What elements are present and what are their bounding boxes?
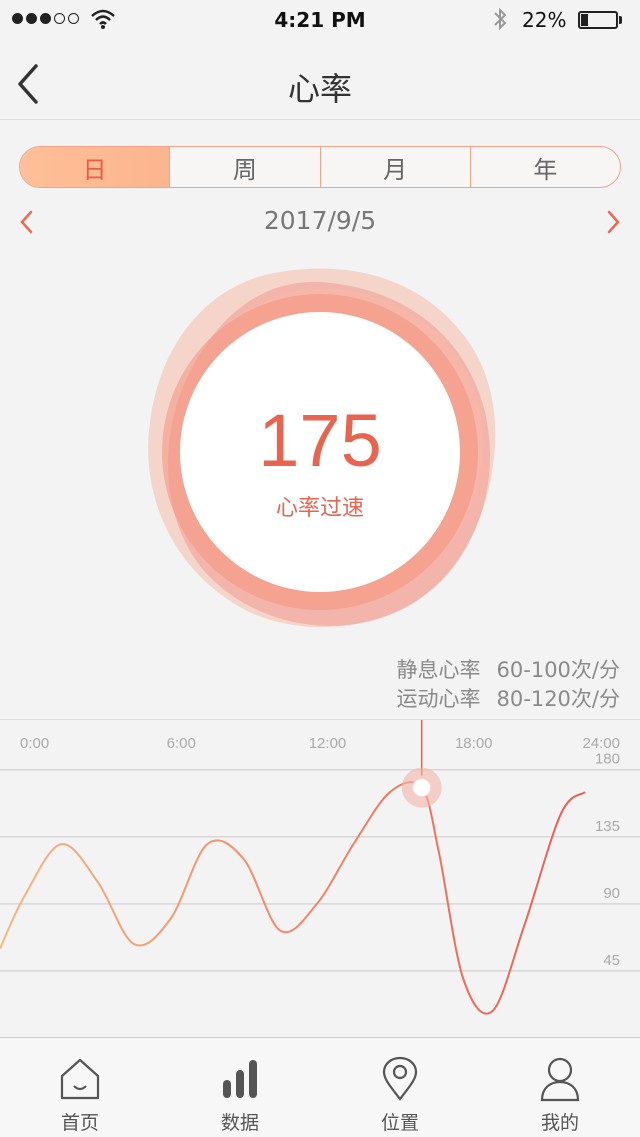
heart-rate-status: 心率过速 (275, 496, 364, 521)
tab-location[interactable]: 位置 (320, 1038, 480, 1137)
home-icon (60, 1058, 100, 1100)
segment-week[interactable]: 周 (170, 147, 321, 187)
x-tick-label: 12:00 (309, 735, 347, 752)
y-tick-label: 135 (595, 818, 620, 835)
location-pin-icon (382, 1056, 418, 1101)
resting-rate-row: 静息心率 60-100次/分 (397, 654, 620, 684)
segment-label: 周 (232, 155, 257, 184)
battery-tip (619, 16, 622, 24)
bar-chart-icon (223, 1060, 257, 1098)
battery-percent: 22% (522, 8, 567, 32)
segment-label: 日 (82, 155, 107, 184)
resting-rate-range: 60-100次/分 (496, 658, 620, 682)
bluetooth-icon (494, 7, 507, 31)
chart-svg: 180 135 90 45 0:00 6:00 12:00 18:00 24:00 (0, 720, 640, 1015)
current-date: 2017/9/5 (263, 206, 377, 235)
exercise-rate-label: 运动心率 (396, 687, 481, 711)
next-date-button[interactable] (598, 208, 626, 236)
tab-label: 位置 (380, 1112, 419, 1134)
resting-rate-label: 静息心率 (396, 658, 481, 682)
date-navigator: 2017/9/5 (0, 200, 640, 244)
segment-month[interactable]: 月 (321, 147, 471, 187)
page-title: 心率 (287, 70, 352, 108)
cursor-handle[interactable] (412, 778, 432, 798)
tab-label: 数据 (220, 1112, 259, 1134)
y-tick-label: 90 (603, 885, 620, 902)
x-tick-label: 24:00 (582, 735, 620, 752)
heart-rate-line (0, 781, 586, 1015)
heart-rate-value: 175 (258, 399, 382, 482)
segment-year[interactable]: 年 (471, 147, 620, 187)
user-icon (540, 1057, 580, 1102)
x-tick-label: 18:00 (455, 735, 493, 752)
y-tick-label: 180 (595, 751, 620, 768)
nav-bar: 心率 (0, 40, 640, 120)
segment-label: 年 (533, 155, 558, 184)
y-tick-label: 45 (603, 952, 620, 969)
battery-icon (578, 11, 618, 29)
segment-label: 月 (383, 155, 408, 184)
tab-me[interactable]: 我的 (480, 1038, 640, 1137)
tab-label: 首页 (60, 1112, 99, 1134)
status-bar: 4:21 PM 22% (0, 0, 640, 40)
tab-bar: 首页 数据 位置 我的 (0, 1037, 640, 1137)
tab-label: 我的 (540, 1112, 579, 1134)
chevron-right-icon (607, 210, 620, 234)
segment-day[interactable]: 日 (20, 147, 171, 187)
tab-home[interactable]: 首页 (0, 1038, 160, 1137)
tab-data[interactable]: 数据 (160, 1038, 320, 1137)
x-tick-label: 0:00 (20, 735, 49, 752)
exercise-rate-range: 80-120次/分 (496, 687, 620, 711)
heart-rate-chart: 180 135 90 45 0:00 6:00 12:00 18:00 24:00 (0, 719, 640, 1038)
exercise-rate-row: 运动心率 80-120次/分 (397, 683, 620, 713)
period-segmented-control: 日 周 月 年 (19, 146, 621, 188)
x-tick-label: 6:00 (167, 735, 196, 752)
